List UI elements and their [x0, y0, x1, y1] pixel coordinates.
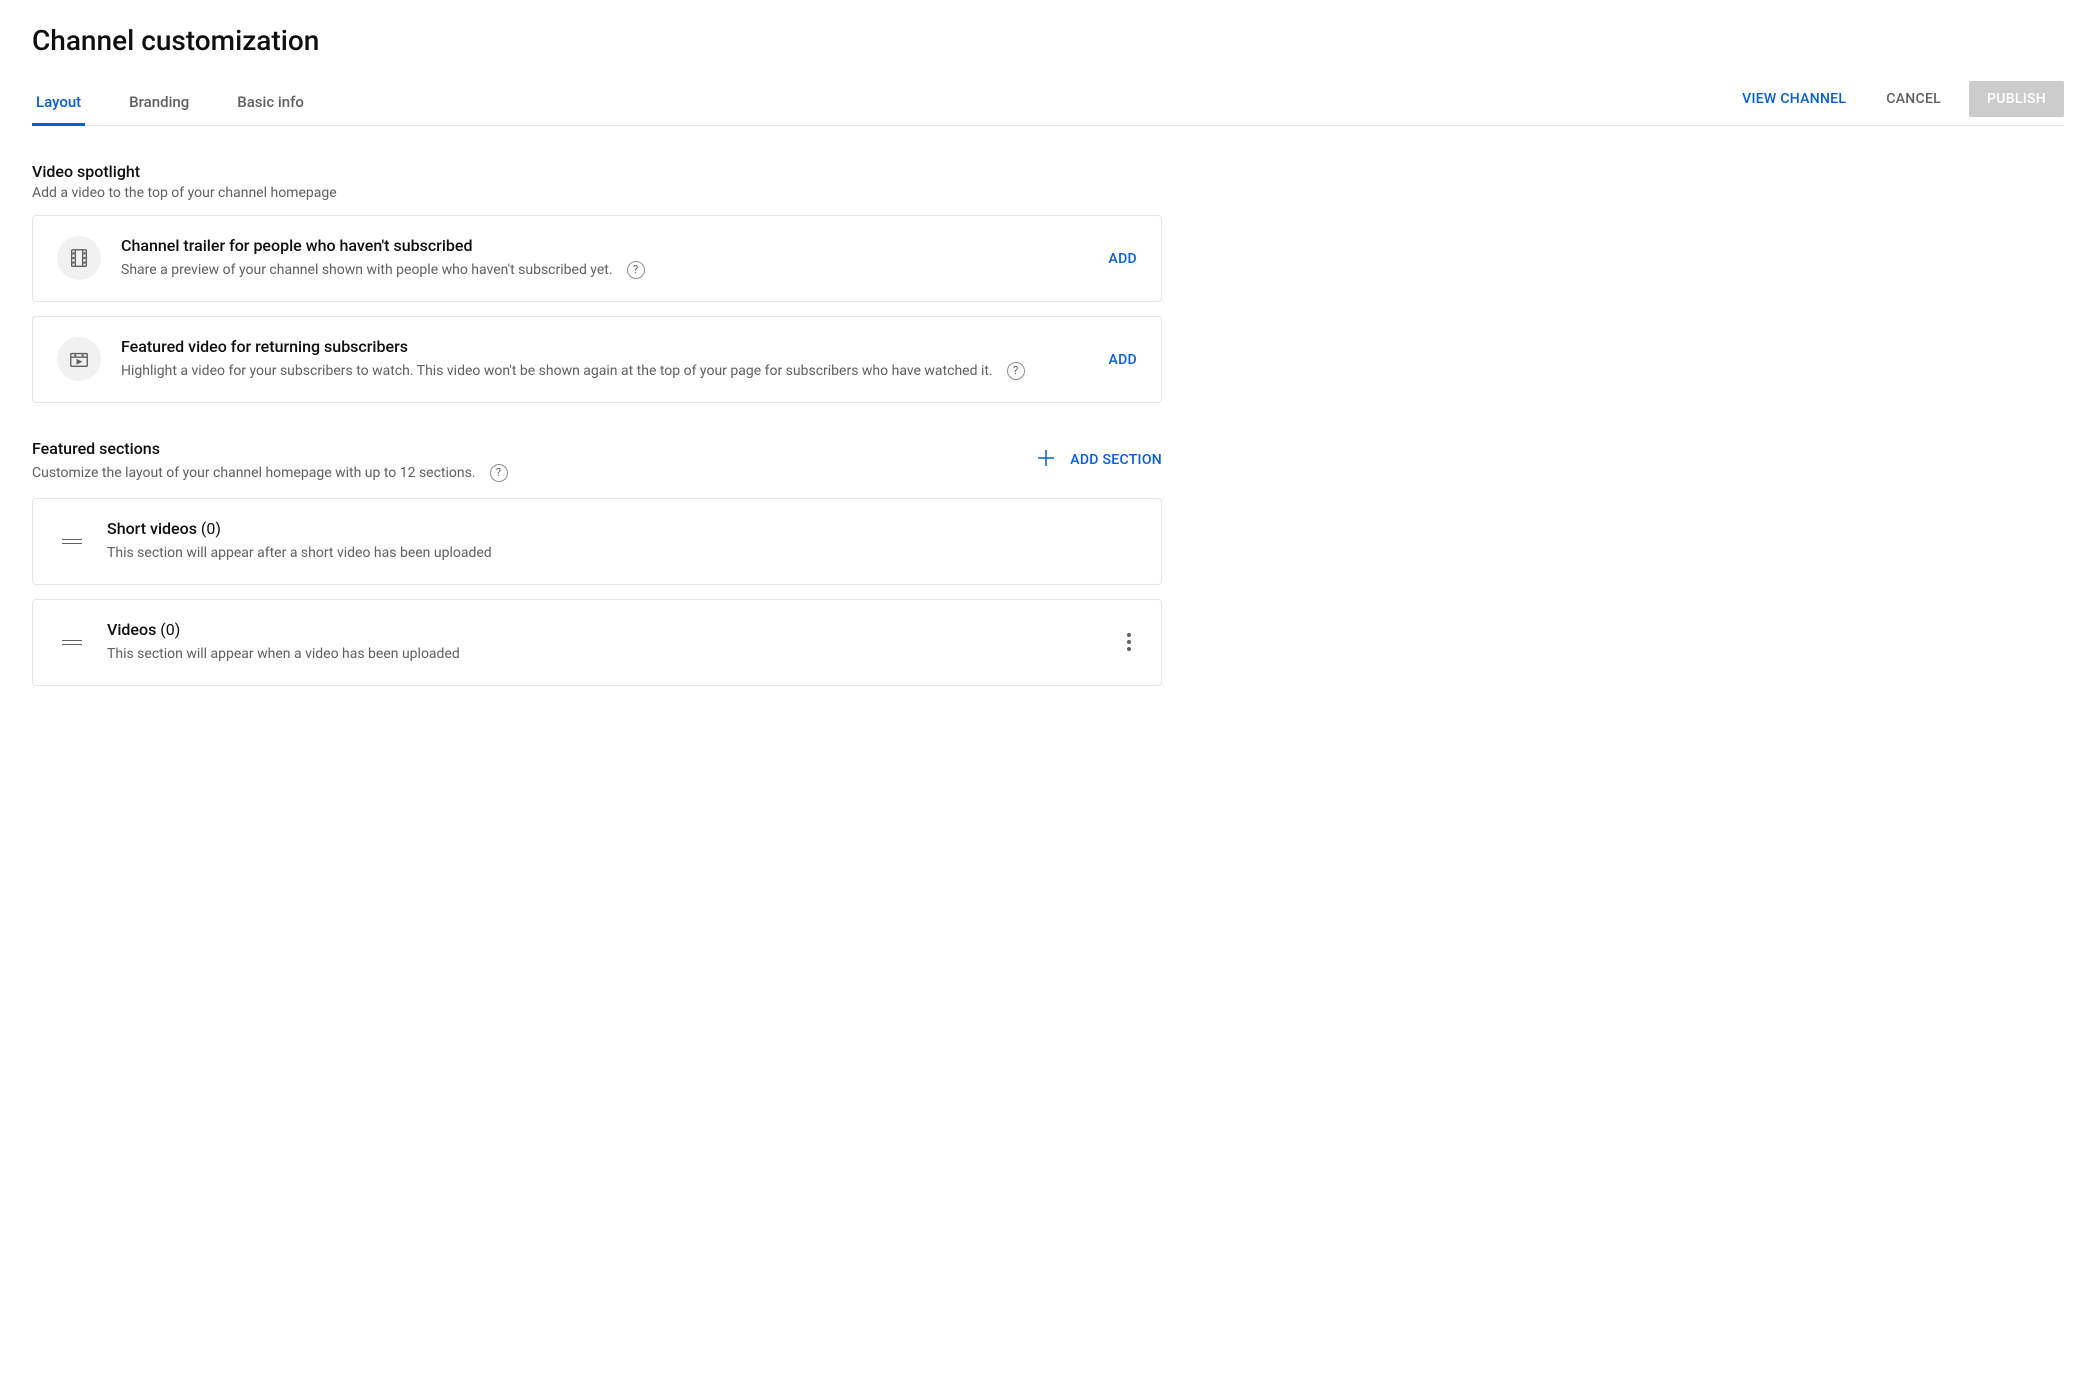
section-title: Videos (0)	[107, 620, 1101, 639]
tab-basic-info[interactable]: Basic info	[233, 81, 308, 126]
section-card-short-videos: Short videos (0) This section will appea…	[32, 498, 1162, 585]
help-icon[interactable]: ?	[627, 261, 645, 279]
featured-sections: Featured sections Customize the layout o…	[32, 439, 1162, 686]
film-icon	[57, 236, 101, 280]
view-channel-button[interactable]: VIEW CHANNEL	[1730, 83, 1858, 115]
cancel-button[interactable]: CANCEL	[1874, 83, 1953, 115]
section-count: (0)	[160, 620, 180, 639]
trailer-card: Channel trailer for people who haven't s…	[32, 215, 1162, 302]
section-card-videos: Videos (0) This section will appear when…	[32, 599, 1162, 686]
featured-video-card: Featured video for returning subscribers…	[32, 316, 1162, 403]
header-row: Layout Branding Basic info VIEW CHANNEL …	[32, 81, 2064, 126]
drag-handle-icon[interactable]	[57, 539, 87, 544]
plus-icon	[1034, 446, 1058, 474]
tab-branding[interactable]: Branding	[125, 81, 193, 126]
tab-layout[interactable]: Layout	[32, 81, 85, 126]
help-icon[interactable]: ?	[490, 464, 508, 482]
more-options-button[interactable]	[1121, 627, 1137, 657]
section-title: Short videos (0)	[107, 519, 1137, 538]
actions-bar: VIEW CHANNEL CANCEL PUBLISH	[1730, 81, 2064, 125]
add-section-label: ADD SECTION	[1070, 452, 1162, 468]
video-icon	[57, 337, 101, 381]
featured-video-desc: Highlight a video for your subscribers t…	[121, 363, 993, 379]
section-desc: This section will appear when a video ha…	[107, 646, 460, 662]
video-spotlight-section: Video spotlight Add a video to the top o…	[32, 162, 1162, 403]
section-count: (0)	[201, 519, 221, 538]
featured-sections-subtitle: Customize the layout of your channel hom…	[32, 465, 476, 481]
publish-button: PUBLISH	[1969, 81, 2064, 117]
spotlight-title: Video spotlight	[32, 162, 1162, 181]
page-title: Channel customization	[32, 24, 2064, 57]
spotlight-subtitle: Add a video to the top of your channel h…	[32, 185, 1162, 201]
featured-video-title: Featured video for returning subscribers	[121, 337, 1089, 356]
add-featured-video-button[interactable]: ADD	[1109, 352, 1137, 368]
section-desc: This section will appear after a short v…	[107, 545, 492, 561]
help-icon[interactable]: ?	[1007, 362, 1025, 380]
trailer-desc: Share a preview of your channel shown wi…	[121, 262, 613, 278]
trailer-title: Channel trailer for people who haven't s…	[121, 236, 1089, 255]
drag-handle-icon[interactable]	[57, 640, 87, 645]
add-trailer-button[interactable]: ADD	[1109, 251, 1137, 267]
add-section-button[interactable]: ADD SECTION	[1034, 446, 1162, 474]
tabs: Layout Branding Basic info	[32, 81, 308, 125]
featured-sections-title: Featured sections	[32, 439, 508, 458]
